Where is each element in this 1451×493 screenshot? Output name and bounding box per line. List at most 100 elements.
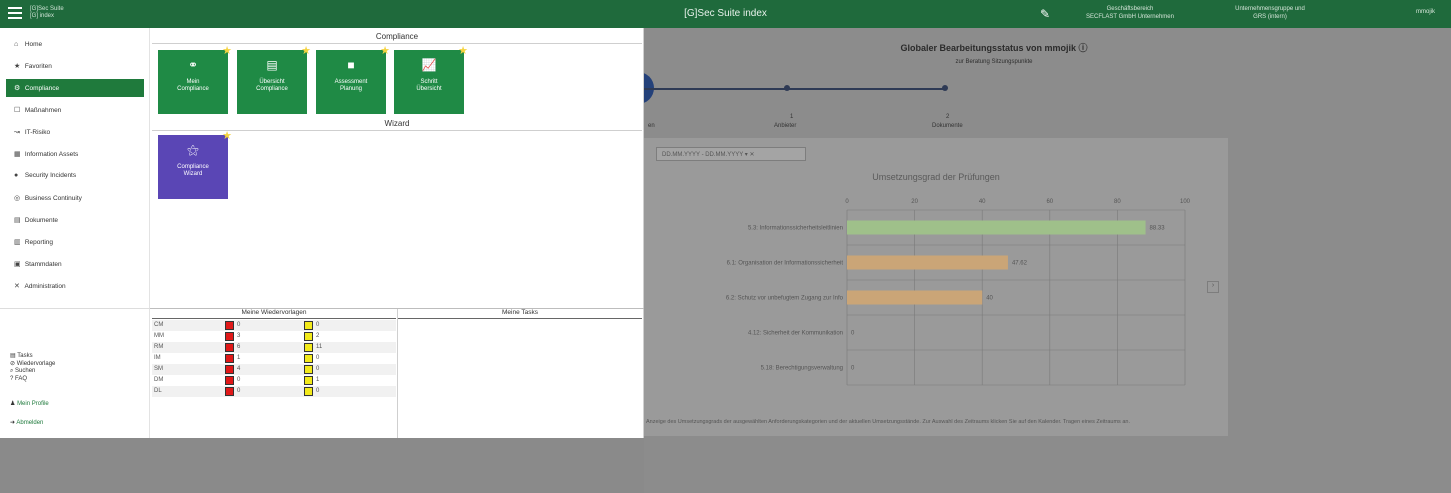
sidebar-item-security-incidents[interactable]: ● Security Incidents (6, 167, 144, 185)
tile-label: Mein (186, 79, 200, 85)
reminders-title: Meine Wiedervorlagen (152, 309, 396, 319)
unit-label: Unternehmensgruppe und (1235, 6, 1305, 12)
tile-compliance-wizard[interactable]: ★ ⚝ Compliance Wizard (158, 131, 232, 199)
checkbox-icon: ☐ (14, 107, 21, 114)
favorite-star-icon[interactable]: ★ (222, 131, 232, 142)
overdue-count: 6 (237, 344, 241, 350)
tile-label: Übersicht (259, 79, 285, 85)
tile-compliance-overview[interactable]: ★ ▤ Übersicht Compliance (237, 46, 311, 114)
x-tick-label: 20 (911, 199, 918, 205)
table-row[interactable]: DM 0 1 (152, 375, 396, 386)
x-tick-label: 40 (979, 199, 986, 205)
sidebar-item-documents[interactable]: ▤ Dokumente (6, 211, 144, 229)
data-label: 0 (851, 366, 855, 372)
info-icon[interactable]: ⓘ (1079, 43, 1088, 53)
tile-label: Planung (339, 86, 363, 92)
sidebar-item-business-continuity[interactable]: ◎ Business Continuity (6, 189, 144, 207)
tile-label: Compliance (177, 86, 209, 92)
sidebar-item-administration[interactable]: ✕ Administration (6, 277, 144, 295)
sidebar-item-compliance[interactable]: ⚙ Compliance (6, 79, 144, 97)
x-tick-label: 80 (1114, 199, 1121, 205)
favorite-star-icon[interactable]: ★ (222, 46, 232, 57)
category-label: 4.12: Sicherheit der Kommunikation (748, 331, 843, 337)
faq-link[interactable]: ? FAQ (10, 376, 27, 382)
sidebar-item-label: Maßnahmen (24, 107, 62, 114)
continuity-icon: ◎ (14, 195, 21, 202)
profile-link[interactable]: ♟ Mein Profile (10, 400, 49, 407)
pencil-icon[interactable]: ✎ (1040, 7, 1050, 21)
table-row[interactable]: MM 3 2 (152, 331, 396, 342)
x-tick-label: 0 (845, 199, 849, 205)
tile-step-overview[interactable]: ★ 📈 Schritt Übersicht (394, 46, 468, 114)
sidebar-item-home[interactable]: ⌂ Home (6, 36, 144, 54)
module-code: IM (154, 355, 161, 361)
overdue-indicator (225, 354, 234, 363)
admin-icon: ✕ (14, 283, 20, 290)
magic-wand-icon: ⚝ (187, 143, 199, 157)
category-label: 6.2: Schutz vor unbefugtem Zugang zur In… (726, 296, 844, 302)
data-label: 40 (986, 296, 993, 302)
module-code: DL (154, 388, 162, 394)
reminders-link[interactable]: ⊘ Wiedervorlage (10, 360, 55, 367)
favorite-star-icon[interactable]: ★ (301, 46, 311, 57)
logout-link[interactable]: ➜ Abmelden (10, 419, 43, 426)
data-label: 47.62 (1012, 261, 1028, 267)
module-code: DM (154, 377, 164, 383)
sidebar-item-reporting[interactable]: ▥ Reporting (6, 233, 144, 251)
due-count: 11 (316, 344, 323, 350)
sidebar-item-label: Business Continuity (24, 195, 82, 202)
due-count: 0 (316, 388, 320, 394)
link-label: FAQ (15, 376, 28, 382)
sidebar-item-information-assets[interactable]: ▦ Information Assets (6, 145, 144, 163)
favorite-star-icon[interactable]: ★ (458, 46, 468, 57)
progress-dot[interactable] (784, 85, 790, 91)
overdue-indicator (225, 365, 234, 374)
sidebar-item-favorites[interactable]: ★ Favoriten (6, 57, 144, 75)
sidebar-item-master-data[interactable]: ▣ Stammdaten (6, 255, 144, 273)
link-label: Mein Profile (17, 401, 49, 407)
star-icon: ★ (14, 63, 21, 70)
unit-selector[interactable]: Unternehmensgruppe und GRS (intern) (1205, 5, 1335, 21)
sidebar-item-label: Compliance (24, 85, 60, 92)
table-row[interactable]: SM 4 0 (152, 364, 396, 375)
user-icon: ♟ (10, 401, 16, 407)
favorite-star-icon[interactable]: ★ (380, 46, 390, 57)
sidebar-item-it-risk[interactable]: ↝ IT-Risiko (6, 123, 144, 141)
bar (847, 255, 1008, 270)
due-count: 1 (316, 377, 320, 383)
sidebar-item-measures[interactable]: ☐ Maßnahmen (6, 101, 144, 119)
due-indicator (304, 365, 313, 374)
next-arrow-icon[interactable]: › (1207, 281, 1219, 293)
module-code: MM (154, 333, 164, 339)
link-label: Wiedervorlage (16, 361, 56, 367)
tile-assessment-planning[interactable]: ★ ■ Assessment Planung (316, 46, 390, 114)
progress-dot[interactable] (942, 85, 948, 91)
tile-my-compliance[interactable]: ★ ⚭ Mein Compliance (158, 46, 232, 114)
company-selector[interactable]: Geschäftsbereich SECFLAST GmbH Unternehm… (1065, 5, 1195, 21)
progress-line (644, 88, 944, 90)
tile-label: Schritt (420, 79, 438, 85)
overdue-indicator (225, 387, 234, 396)
tile-label: Übersicht (416, 86, 442, 92)
tasks-link[interactable]: ▤ Tasks (10, 352, 33, 359)
due-indicator (304, 343, 313, 352)
table-row[interactable]: CM 0 0 (152, 320, 396, 331)
chart-icon: 📈 (421, 58, 437, 72)
overdue-count: 3 (237, 333, 241, 339)
due-indicator (304, 321, 313, 330)
table-row[interactable]: DL 0 0 (152, 386, 396, 397)
due-indicator (304, 387, 313, 396)
section-title-wizard: Wizard (384, 119, 410, 128)
search-link[interactable]: ⌕ Suchen (10, 368, 35, 375)
tile-label: Compliance (177, 164, 209, 170)
compliance-icon: ⚙ (14, 85, 21, 92)
module-code: SM (154, 366, 163, 372)
sidebar: ⌂ Home ★ Favoriten ⚙ Compliance ☐ Maßnah… (0, 28, 150, 438)
overdue-count: 0 (237, 322, 241, 328)
user-name[interactable]: mmojik (1416, 9, 1435, 15)
hierarchy-icon: ⚭ (187, 58, 199, 72)
table-row[interactable]: IM 1 0 (152, 353, 396, 364)
data-label: 88.33 (1150, 226, 1166, 232)
table-row[interactable]: RM 6 11 (152, 342, 396, 353)
sidebar-item-label: IT-Risiko (24, 129, 51, 136)
